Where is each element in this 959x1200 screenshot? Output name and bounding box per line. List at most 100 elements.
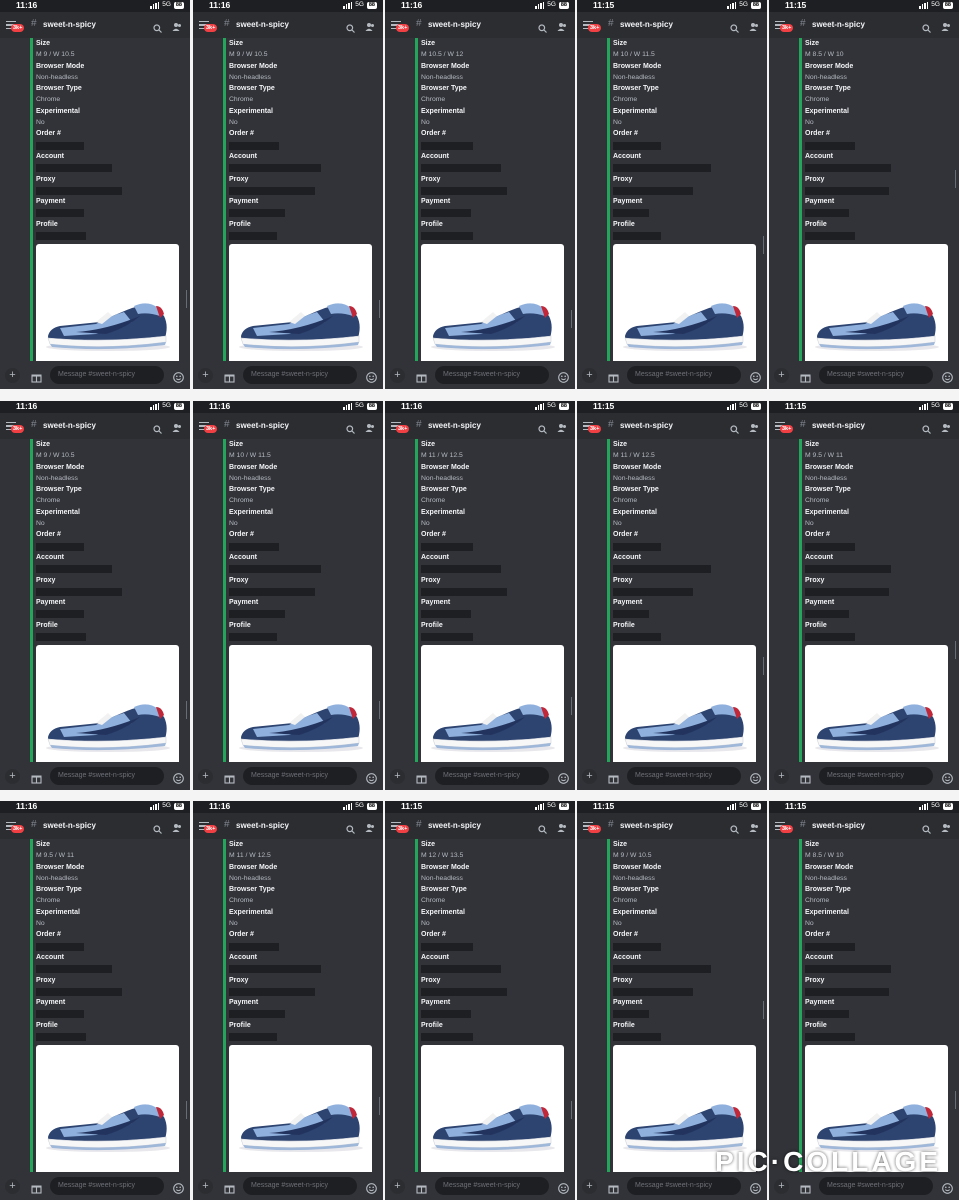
plus-icon[interactable]: + [5, 769, 20, 784]
search-icon[interactable] [538, 421, 547, 434]
gift-icon[interactable] [608, 1181, 619, 1194]
gift-icon[interactable] [31, 370, 42, 383]
channel-name[interactable]: sweet-n-spicy [428, 20, 481, 29]
message-input[interactable]: Message #sweet-n-spicy [435, 366, 549, 384]
search-icon[interactable] [153, 821, 162, 834]
emoji-icon[interactable] [558, 370, 569, 383]
scrollbar[interactable] [762, 657, 764, 675]
emoji-icon[interactable] [366, 370, 377, 383]
search-icon[interactable] [730, 421, 739, 434]
emoji-icon[interactable] [366, 1181, 377, 1194]
emoji-icon[interactable] [942, 370, 953, 383]
scrollbar[interactable] [762, 1001, 764, 1019]
emoji-icon[interactable] [173, 370, 184, 383]
emoji-icon[interactable] [366, 771, 377, 784]
product-image[interactable] [613, 645, 756, 762]
emoji-icon[interactable] [942, 1181, 953, 1194]
scrollbar[interactable] [570, 697, 572, 715]
emoji-icon[interactable] [750, 771, 761, 784]
plus-icon[interactable]: + [582, 1179, 597, 1194]
product-image[interactable] [421, 1045, 564, 1172]
gift-icon[interactable] [800, 370, 811, 383]
product-image[interactable] [36, 1045, 179, 1172]
channel-name[interactable]: sweet-n-spicy [236, 421, 289, 430]
message-input[interactable]: Message #sweet-n-spicy [243, 366, 357, 384]
scrollbar[interactable] [378, 701, 380, 719]
channel-name[interactable]: sweet-n-spicy [43, 20, 96, 29]
search-icon[interactable] [922, 20, 931, 33]
message-input[interactable]: Message #sweet-n-spicy [50, 1177, 164, 1195]
plus-icon[interactable]: + [198, 769, 213, 784]
plus-icon[interactable]: + [774, 368, 789, 383]
gift-icon[interactable] [608, 771, 619, 784]
scrollbar[interactable] [185, 1101, 187, 1119]
emoji-icon[interactable] [173, 771, 184, 784]
product-image[interactable] [229, 1045, 372, 1172]
product-image[interactable] [805, 645, 948, 762]
gift-icon[interactable] [31, 1181, 42, 1194]
product-image[interactable] [805, 244, 948, 361]
members-icon[interactable] [172, 19, 182, 31]
scrollbar[interactable] [185, 701, 187, 719]
gift-icon[interactable] [416, 370, 427, 383]
members-icon[interactable] [941, 19, 951, 31]
scrollbar[interactable] [954, 1091, 956, 1109]
scrollbar[interactable] [954, 641, 956, 659]
emoji-icon[interactable] [173, 1181, 184, 1194]
scrollbar[interactable] [570, 310, 572, 328]
message-input[interactable]: Message #sweet-n-spicy [819, 1177, 933, 1195]
message-input[interactable]: Message #sweet-n-spicy [627, 366, 741, 384]
gift-icon[interactable] [31, 771, 42, 784]
product-image[interactable] [229, 645, 372, 762]
channel-name[interactable]: sweet-n-spicy [428, 821, 481, 830]
plus-icon[interactable]: + [198, 368, 213, 383]
product-image[interactable] [36, 244, 179, 361]
search-icon[interactable] [730, 821, 739, 834]
channel-name[interactable]: sweet-n-spicy [620, 421, 673, 430]
channel-name[interactable]: sweet-n-spicy [812, 821, 865, 830]
product-image[interactable] [613, 244, 756, 361]
plus-icon[interactable]: + [582, 368, 597, 383]
plus-icon[interactable]: + [198, 1179, 213, 1194]
gift-icon[interactable] [416, 1181, 427, 1194]
channel-name[interactable]: sweet-n-spicy [812, 421, 865, 430]
gift-icon[interactable] [224, 771, 235, 784]
scrollbar[interactable] [185, 290, 187, 308]
search-icon[interactable] [346, 821, 355, 834]
emoji-icon[interactable] [942, 771, 953, 784]
members-icon[interactable] [941, 420, 951, 432]
search-icon[interactable] [538, 821, 547, 834]
search-icon[interactable] [730, 20, 739, 33]
members-icon[interactable] [557, 420, 567, 432]
message-input[interactable]: Message #sweet-n-spicy [50, 767, 164, 785]
message-input[interactable]: Message #sweet-n-spicy [50, 366, 164, 384]
plus-icon[interactable]: + [5, 1179, 20, 1194]
channel-name[interactable]: sweet-n-spicy [43, 421, 96, 430]
message-input[interactable]: Message #sweet-n-spicy [627, 1177, 741, 1195]
emoji-icon[interactable] [750, 1181, 761, 1194]
members-icon[interactable] [172, 420, 182, 432]
plus-icon[interactable]: + [390, 769, 405, 784]
scrollbar[interactable] [762, 236, 764, 254]
members-icon[interactable] [365, 820, 375, 832]
scrollbar[interactable] [570, 1101, 572, 1119]
search-icon[interactable] [153, 421, 162, 434]
search-icon[interactable] [922, 421, 931, 434]
members-icon[interactable] [365, 19, 375, 31]
gift-icon[interactable] [416, 771, 427, 784]
members-icon[interactable] [557, 19, 567, 31]
product-image[interactable] [421, 645, 564, 762]
plus-icon[interactable]: + [390, 1179, 405, 1194]
members-icon[interactable] [172, 820, 182, 832]
plus-icon[interactable]: + [774, 769, 789, 784]
search-icon[interactable] [538, 20, 547, 33]
channel-name[interactable]: sweet-n-spicy [620, 821, 673, 830]
emoji-icon[interactable] [558, 1181, 569, 1194]
message-input[interactable]: Message #sweet-n-spicy [243, 1177, 357, 1195]
gift-icon[interactable] [800, 1181, 811, 1194]
message-input[interactable]: Message #sweet-n-spicy [435, 767, 549, 785]
message-input[interactable]: Message #sweet-n-spicy [243, 767, 357, 785]
scrollbar[interactable] [954, 170, 956, 188]
members-icon[interactable] [941, 820, 951, 832]
scrollbar[interactable] [378, 300, 380, 318]
